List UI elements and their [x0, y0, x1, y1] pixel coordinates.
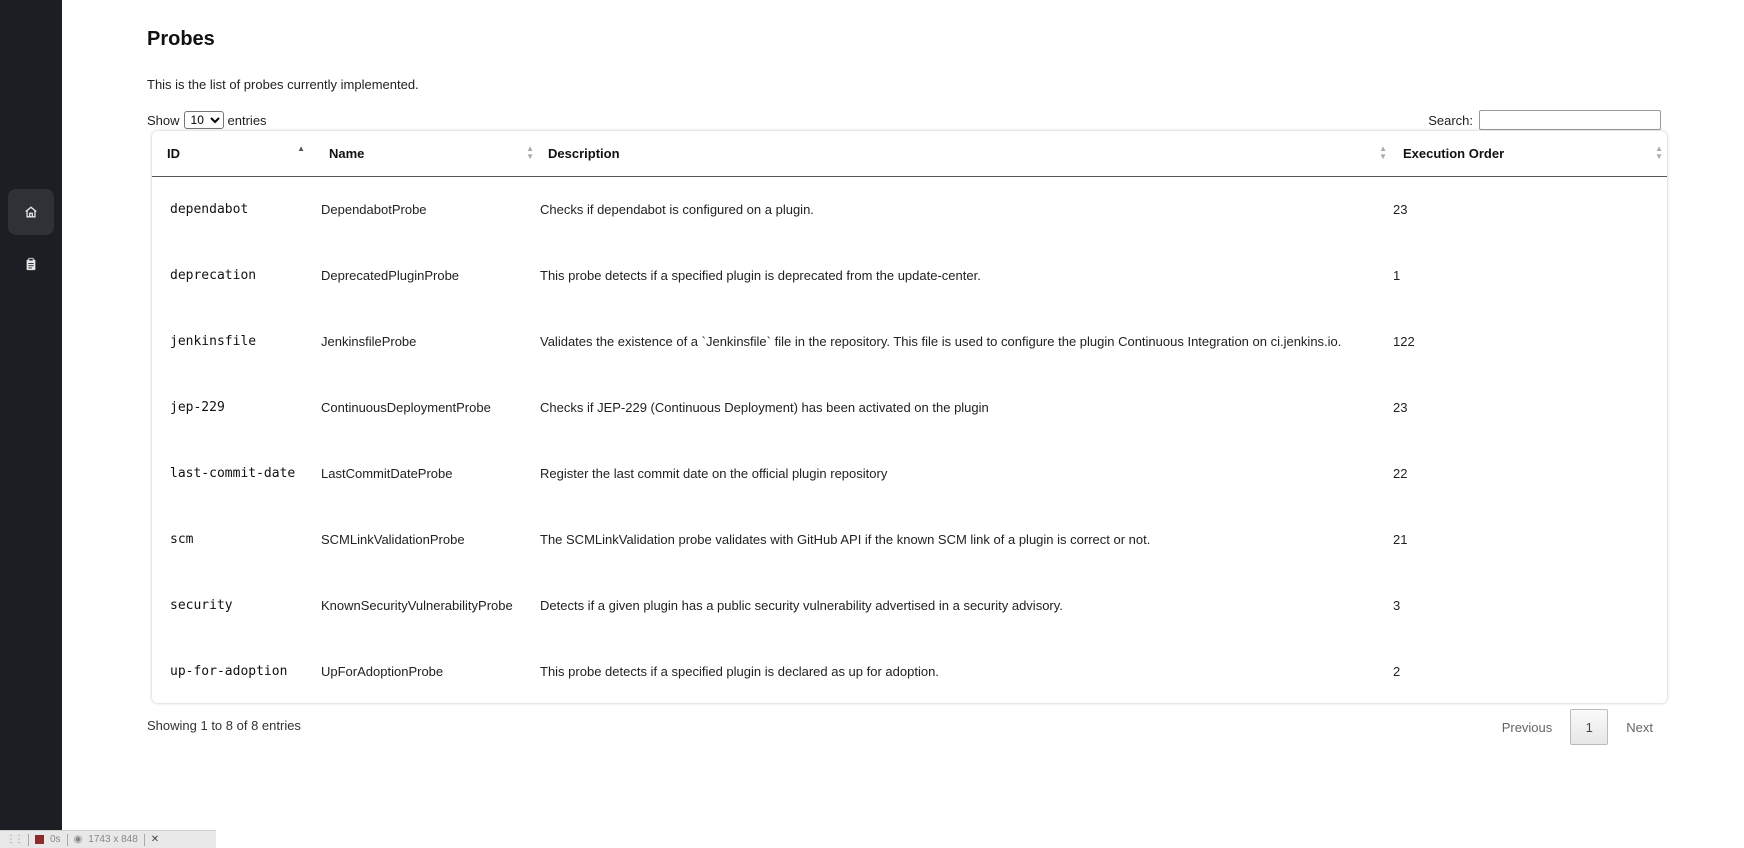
divider — [143, 833, 145, 846]
sort-icon: ▲ ▼ — [526, 144, 534, 161]
cell-name: DependabotProbe — [321, 201, 427, 217]
entries-length-control: Show 10 entries — [147, 111, 267, 129]
page-intro: This is the list of probes currently imp… — [147, 77, 419, 92]
table-row: jep-229 ContinuousDeploymentProbe Checks i… — [152, 374, 1667, 440]
cell-execution-order: 1 — [1393, 267, 1401, 283]
close-icon[interactable]: ✕ — [151, 834, 159, 845]
table-row: jenkinsfile JenkinsfileProbe Validates the… — [152, 308, 1667, 374]
probes-table-container: ID ▲ Name ▲ ▼ Description ▲ ▼ Execution Or… — [152, 131, 1667, 703]
home-icon — [25, 206, 37, 218]
cell-description: The SCMLinkValidation probe validates wi… — [540, 531, 1151, 547]
probes-button[interactable] — [8, 241, 54, 287]
entries-select[interactable]: 10 — [183, 111, 224, 129]
cell-id: security — [170, 597, 233, 613]
cell-description: Checks if dependabot is configured on a … — [540, 201, 814, 217]
cell-description: This probe detects if a specified plugin… — [540, 267, 981, 283]
cell-id: jep-229 — [170, 399, 225, 415]
cell-execution-order: 23 — [1393, 201, 1408, 217]
timer-text: 0s — [50, 834, 61, 845]
next-button[interactable]: Next — [1612, 709, 1667, 745]
sort-asc-icon: ▲ — [297, 144, 305, 153]
entries-label: entries — [227, 112, 267, 128]
divider — [66, 833, 68, 846]
pagination: Previous 1 Next — [1488, 709, 1667, 745]
show-label: Show — [147, 112, 180, 128]
search-label: Search: — [1428, 112, 1473, 128]
sidebar — [0, 0, 62, 848]
cell-description: Detects if a given plugin has a public s… — [540, 597, 1063, 613]
sort-icon: ▲ ▼ — [1655, 144, 1663, 161]
cell-name: LastCommitDateProbe — [321, 465, 453, 481]
cell-id: dependabot — [170, 201, 249, 217]
cell-execution-order: 22 — [1393, 465, 1408, 481]
cell-name: UpForAdoptionProbe — [321, 663, 444, 679]
cell-name: ContinuousDeploymentProbe — [321, 399, 491, 415]
cell-execution-order: 3 — [1393, 597, 1401, 613]
page-button-current[interactable]: 1 — [1570, 709, 1609, 745]
cell-execution-order: 2 — [1393, 663, 1401, 679]
table-row: deprecation DeprecatedPluginProbe This pro… — [152, 242, 1667, 308]
clipboard-icon — [26, 257, 36, 271]
cell-description: Checks if JEP-229 (Continuous Deployment… — [540, 399, 989, 415]
table-header-row: ID ▲ Name ▲ ▼ Description ▲ ▼ Execution Or… — [152, 131, 1667, 176]
table-row: last-commit-date LastCommitDateProbe Regis… — [152, 440, 1667, 506]
page-title: Probes — [147, 28, 215, 50]
cell-id: last-commit-date — [170, 465, 296, 481]
cell-id: jenkinsfile — [170, 333, 257, 349]
home-button[interactable] — [8, 189, 54, 235]
cell-execution-order: 23 — [1393, 399, 1408, 415]
cell-id: deprecation — [170, 267, 257, 283]
devtools-bar: ⋮⋮ 0s ◉ 1743 x 848 ✕ — [0, 830, 216, 848]
record-icon[interactable] — [35, 835, 44, 844]
cell-id: up-for-adoption — [170, 663, 288, 679]
cell-description: Validates the existence of a `Jenkinsfil… — [540, 333, 1342, 349]
search-input[interactable] — [1479, 110, 1661, 130]
camera-icon[interactable]: ◉ — [74, 834, 83, 845]
cell-id: scm — [170, 531, 194, 547]
table-row: dependabot DependabotProbe Checks if depen… — [152, 176, 1667, 242]
probes-table: ID ▲ Name ▲ ▼ Description ▲ ▼ Execution Or… — [152, 131, 1667, 704]
cell-execution-order: 21 — [1393, 531, 1408, 547]
previous-button[interactable]: Previous — [1488, 709, 1567, 745]
search-control: Search: — [1428, 110, 1661, 130]
cell-name: JenkinsfileProbe — [321, 333, 417, 349]
cell-description: This probe detects if a specified plugin… — [540, 663, 939, 679]
table-row: scm SCMLinkValidationProbe The SCMLinkVali… — [152, 506, 1667, 572]
cell-description: Register the last commit date on the off… — [540, 465, 888, 481]
sort-icon: ▲ ▼ — [1379, 144, 1387, 161]
table-row: up-for-adoption UpForAdoptionProbe This pr… — [152, 638, 1667, 704]
cell-execution-order: 122 — [1393, 333, 1415, 349]
cell-name: DeprecatedPluginProbe — [321, 267, 460, 283]
column-header-execution-order[interactable]: Execution Order ▲ ▼ — [1393, 131, 1667, 176]
cell-name: SCMLinkValidationProbe — [321, 531, 465, 547]
drag-handle-icon[interactable]: ⋮⋮ — [6, 834, 24, 845]
column-header-id[interactable]: ID ▲ — [152, 131, 321, 176]
cell-name: KnownSecurityVulnerabilityProbe — [321, 597, 513, 613]
divider — [28, 833, 29, 846]
table-info: Showing 1 to 8 of 8 entries — [147, 718, 301, 733]
table-row: security KnownSecurityVulnerabilityProbe D… — [152, 572, 1667, 638]
size-text: 1743 x 848 — [88, 834, 138, 845]
column-header-name[interactable]: Name ▲ ▼ — [321, 131, 540, 176]
column-header-description[interactable]: Description ▲ ▼ — [540, 131, 1393, 176]
